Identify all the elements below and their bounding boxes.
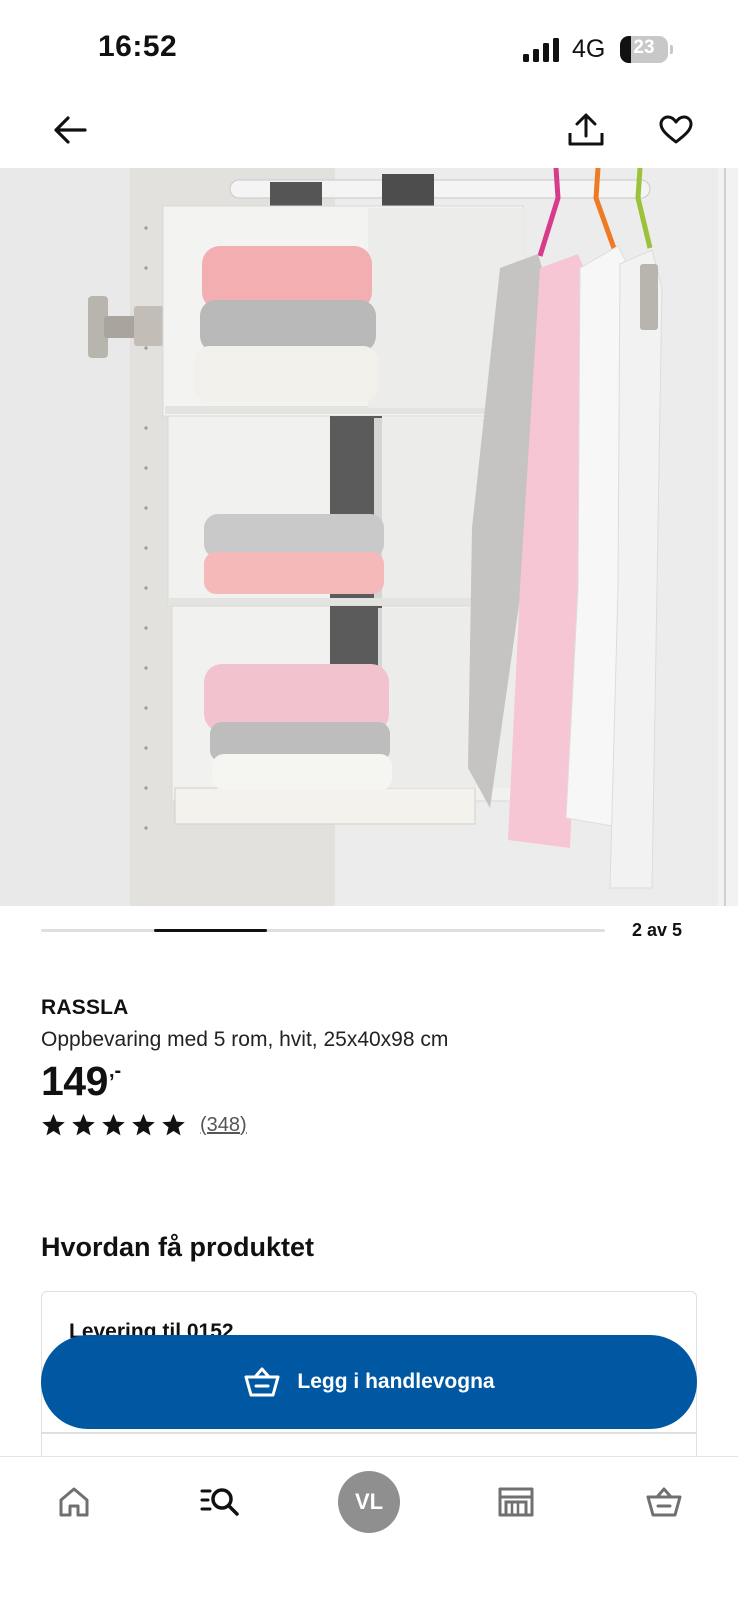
share-button[interactable]	[564, 108, 608, 152]
review-count[interactable]: (348)	[200, 1114, 247, 1137]
search-icon	[200, 1488, 239, 1516]
star-icon	[42, 1113, 65, 1135]
tab-home[interactable]	[24, 1457, 124, 1547]
divider	[42, 1432, 696, 1434]
price: 149 ,-	[41, 1058, 701, 1110]
tab-cart[interactable]	[614, 1457, 714, 1547]
heart-icon	[659, 115, 693, 144]
carousel-counter: 2 av 5	[632, 920, 683, 940]
top-nav	[0, 100, 738, 168]
tab-profile[interactable]: VL	[319, 1457, 419, 1547]
carousel-thumb	[153, 929, 267, 932]
cart-icon	[244, 1367, 280, 1397]
star-icon	[132, 1113, 155, 1135]
signal-icon	[523, 38, 559, 62]
status-bar: 16:52 4G 23	[0, 0, 738, 100]
cart-icon	[646, 1487, 682, 1517]
carousel-track[interactable]	[41, 929, 605, 932]
add-to-cart-button[interactable]: Legg i handlevogna	[41, 1335, 697, 1429]
star-icon	[162, 1113, 185, 1135]
product-name: RASSLA	[41, 996, 129, 1019]
home-icon	[59, 1487, 89, 1517]
product-image[interactable]	[0, 168, 738, 906]
store-icon	[498, 1487, 534, 1517]
status-time: 16:52	[98, 30, 178, 63]
rating[interactable]: (348)	[41, 1110, 701, 1140]
battery-icon: 23	[620, 36, 673, 63]
carousel-indicator: 2 av 5	[0, 916, 738, 946]
product-photo	[0, 168, 738, 906]
rating-stars	[41, 1113, 191, 1138]
price-suffix: ,-	[109, 1060, 122, 1082]
star-icon	[72, 1113, 95, 1135]
section-heading: Hvordan få produktet	[41, 1232, 315, 1262]
avatar: VL	[338, 1471, 400, 1533]
tab-bar: VL	[0, 1456, 738, 1600]
battery-level: 23	[633, 37, 655, 58]
share-icon	[568, 113, 604, 146]
tab-stores[interactable]	[466, 1457, 566, 1547]
star-icon	[102, 1113, 125, 1135]
back-arrow-icon	[54, 116, 87, 144]
tab-search[interactable]	[170, 1457, 270, 1547]
product-description: Oppbevaring med 5 rom, hvit, 25x40x98 cm	[41, 1028, 449, 1051]
back-button[interactable]	[48, 108, 92, 152]
favorite-button[interactable]	[654, 108, 698, 152]
product-info: RASSLA Oppbevaring med 5 rom, hvit, 25x4…	[41, 996, 701, 1140]
price-integer: 149	[41, 1058, 108, 1104]
add-to-cart-label: Legg i handlevogna	[297, 1370, 495, 1393]
network-label: 4G	[572, 35, 606, 63]
